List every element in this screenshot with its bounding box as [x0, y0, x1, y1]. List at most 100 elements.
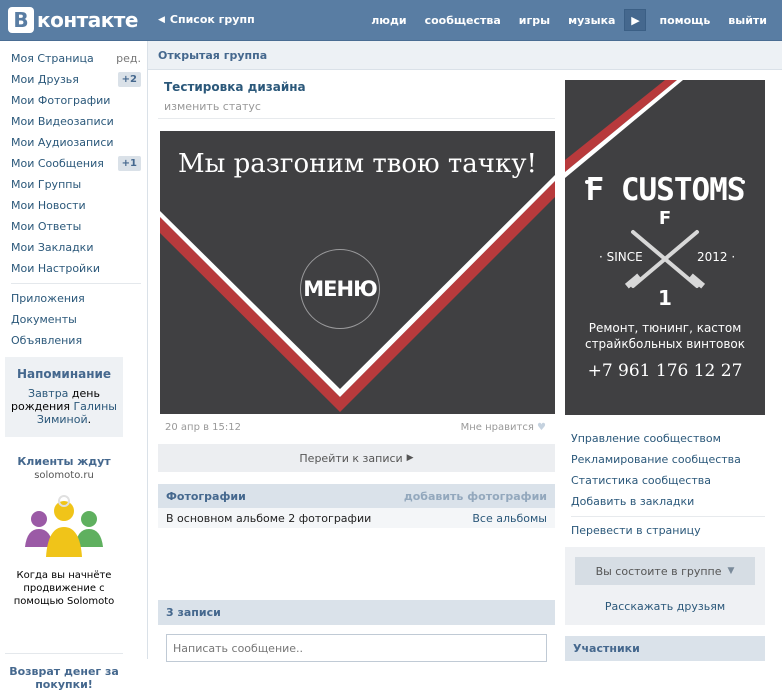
sidebar-item-photos[interactable]: Мои Фотографии [11, 90, 141, 111]
menu-button-label: МЕНЮ [303, 277, 377, 301]
ad-block-solomoto[interactable]: Клиенты ждут solomoto.ru Когда вы начнёт… [5, 455, 123, 608]
logo-mark: B [8, 7, 34, 33]
breadcrumb: Открытая группа [148, 41, 782, 70]
sidebar-item-label: Мои Сообщения [11, 157, 104, 170]
left-sidebar: Моя Страница ред. Мои Друзья +2 Мои Фотогр… [0, 41, 147, 691]
vk-logo[interactable]: B контакте [8, 7, 138, 33]
logo-text: контакте [37, 8, 138, 32]
convert-to-page-link[interactable]: Перевести в страницу [571, 520, 765, 541]
photos-count-text: В основном альбоме 2 фотографии [166, 511, 372, 525]
nav-help[interactable]: помощь [650, 14, 719, 27]
sidebar-item-label: Моя Страница [11, 52, 94, 65]
banner-heading: Мы разгоним твою тачку! [178, 149, 537, 179]
reminder-body: Завтра день рождения Галины Зиминой. [5, 387, 123, 426]
sidebar-item-groups[interactable]: Мои Группы [11, 174, 141, 195]
member-dropdown-button[interactable]: Вы состоите в группе ▼ [575, 557, 755, 585]
sidebar-item-videos[interactable]: Мои Видеозаписи [11, 111, 141, 132]
edit-link[interactable]: ред. [116, 52, 141, 65]
menu-button[interactable]: МЕНЮ [300, 249, 380, 329]
actions-divider [571, 516, 765, 517]
reminder-title: Напоминание [16, 367, 112, 381]
add-photos-link[interactable]: добавить фотографии [404, 490, 547, 503]
like-button[interactable]: Мне нравится ♥ [461, 422, 546, 433]
sidebar-item-label: Мои Новости [11, 199, 86, 212]
advertise-community-link[interactable]: Рекламирование сообщества [571, 449, 765, 470]
reminder-date-link[interactable]: Завтра [28, 387, 68, 400]
sidebar-item-friends[interactable]: Мои Друзья +2 [11, 69, 141, 90]
play-icon[interactable]: ▶ [624, 9, 647, 31]
photos-header[interactable]: Фотографии добавить фотографии [158, 484, 555, 508]
sidebar-item-label: Мои Видеозаписи [11, 115, 114, 128]
manage-community-link[interactable]: Управление сообществом [571, 428, 765, 449]
photos-summary: В основном альбоме 2 фотографии Все альб… [158, 508, 555, 528]
back-link-label: Список групп [169, 13, 255, 26]
sidebar-item-documents[interactable]: Документы [11, 309, 141, 330]
nav-games[interactable]: игры [510, 14, 559, 27]
sidebar-item-bookmarks[interactable]: Мои Закладки [11, 237, 141, 258]
member-status-label: Вы состоите в группе [595, 564, 722, 578]
sidebar-item-label: Мои Настройки [11, 262, 100, 275]
page-title: Тестировка дизайна [164, 80, 306, 94]
sidebar-item-ads[interactable]: Объявления [11, 330, 141, 351]
top-bar: B контакте ◀ Список групп люди сообществ… [0, 0, 782, 41]
nav-logout[interactable]: выйти [719, 14, 776, 27]
sidebar-item-label: Мои Друзья [11, 73, 79, 86]
wiki-menu-banner[interactable]: Мы разгоним твою тачку! МЕНЮ [160, 131, 555, 414]
members-header[interactable]: Участники [565, 636, 765, 661]
sidebar-item-news[interactable]: Мои Новости [11, 195, 141, 216]
cover-year: 2012 · [697, 250, 736, 264]
sidebar-border [147, 41, 148, 659]
ad-domain: solomoto.ru [34, 470, 94, 481]
ad-people-image[interactable] [19, 491, 109, 561]
sidebar-item-label: Мои Закладки [11, 241, 94, 254]
tell-friends-link[interactable]: Расскажать друзьям [565, 600, 765, 613]
back-to-groups-link[interactable]: ◀ Список групп [158, 13, 255, 26]
sidebar-item-audios[interactable]: Мои Аудиозаписи [11, 132, 141, 153]
sidebar-item-label: Приложения [11, 292, 85, 305]
sidebar-item-label: Мои Фотографии [11, 94, 111, 107]
birthday-reminder: Напоминание Завтра день рождения Галины … [5, 357, 123, 437]
group-actions: Управление сообществом Рекламирование со… [571, 428, 765, 541]
reminder-period: . [87, 413, 92, 426]
ad-title[interactable]: Клиенты ждут [5, 455, 123, 468]
cover-since: · SINCE [599, 250, 643, 264]
cover-one: 1 [658, 286, 672, 310]
membership-box: Вы состоите в группе ▼ Расскажать друзьям [565, 547, 765, 625]
nav-music[interactable]: музыка [559, 14, 624, 27]
ad-title[interactable]: Возврат денег за покупки! [5, 665, 123, 691]
nav-communities[interactable]: сообщества [416, 14, 510, 27]
go-to-post-button[interactable]: Перейти к записи ▶ [158, 444, 555, 472]
chevron-left-icon: ◀ [158, 14, 165, 25]
wall-header[interactable]: 3 записи [158, 600, 555, 625]
ad-block-cashback[interactable]: Возврат денег за покупки! [5, 665, 123, 691]
nav-people[interactable]: люди [362, 14, 415, 27]
cover-phone: +7 961 176 12 27 [587, 361, 743, 381]
sidebar-item-messages[interactable]: Мои Сообщения +1 [11, 153, 141, 174]
add-bookmark-link[interactable]: Добавить в закладки [571, 491, 765, 512]
main-menu: Моя Страница ред. Мои Друзья +2 Мои Фотогр… [11, 48, 141, 351]
like-label: Мне нравится [460, 422, 534, 433]
cover-title: F CUSTOMS [585, 172, 746, 208]
cover-desc-line1: Ремонт, тюнинг, кастом [588, 321, 742, 335]
change-status-link[interactable]: изменить статус [164, 100, 261, 113]
friends-count-badge: +2 [117, 72, 141, 87]
cover-desc-line2: страйкбольных винтовок [584, 337, 746, 351]
messages-count-badge: +1 [117, 156, 141, 171]
sidebar-item-settings[interactable]: Мои Настройки [11, 258, 141, 279]
sidebar-item-apps[interactable]: Приложения [11, 288, 141, 309]
sidebar-item-label: Мои Ответы [11, 220, 82, 233]
sidebar-item-my-page[interactable]: Моя Страница ред. [11, 48, 141, 69]
sidebar-item-answers[interactable]: Мои Ответы [11, 216, 141, 237]
community-stats-link[interactable]: Статистика сообщества [571, 470, 765, 491]
all-albums-link[interactable]: Все альбомы [472, 512, 547, 525]
sidebar-item-label: Мои Аудиозаписи [11, 136, 114, 149]
menu-divider [11, 283, 141, 284]
heart-icon: ♥ [537, 422, 546, 433]
group-avatar[interactable]: F CUSTOMS F · SINCE 2012 · 1 Ремонт, тюн… [565, 80, 765, 415]
chevron-right-icon: ▶ [406, 453, 414, 463]
sidebar-item-label: Документы [11, 313, 77, 326]
top-nav: люди сообщества игры музыка ▶ помощь вый… [362, 0, 776, 40]
photos-title[interactable]: Фотографии [166, 490, 246, 503]
post-date[interactable]: 20 апр в 15:12 [165, 422, 241, 433]
wall-post-input[interactable]: Написать сообщение.. [166, 634, 547, 662]
